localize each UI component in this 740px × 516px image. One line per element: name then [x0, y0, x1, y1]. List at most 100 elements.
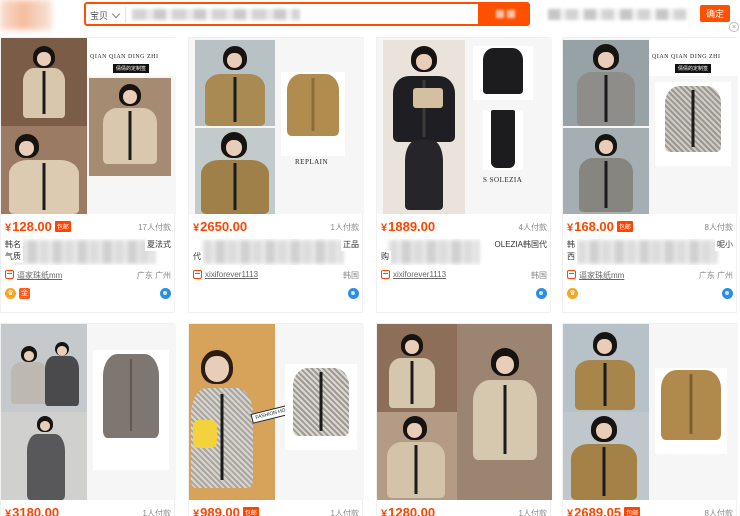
price-row: ¥168.00 包邮 8人付款 [567, 219, 733, 235]
title-fragment: OLEZIA韩国代 [492, 239, 547, 251]
product-image[interactable] [1, 324, 176, 500]
product-title[interactable]: 韩 呢小 西 [567, 239, 733, 265]
model-photo [457, 324, 552, 500]
chevron-down-icon [111, 9, 121, 18]
site-logo[interactable] [0, 0, 52, 30]
product-image[interactable] [377, 324, 552, 500]
product-price: ¥1889.00 [381, 219, 436, 234]
title-redacted [389, 240, 479, 264]
product-image[interactable]: REPLAIN [189, 38, 364, 214]
product-price: ¥2689.05 包邮 [567, 505, 641, 516]
product-image[interactable] [563, 324, 738, 500]
product-card[interactable]: ¥1280.00 1人付款 [376, 323, 552, 516]
brand-text: S SOLEZIA [483, 176, 523, 184]
badge-row: ♛ [567, 288, 733, 301]
shop-link[interactable]: xixiforever1113 [205, 270, 258, 279]
product-card[interactable]: REPLAIN ¥2650.00 1人付款 正品 代 xixiforever11… [188, 37, 364, 313]
product-title[interactable]: 韩名 夏法式 气质 [5, 239, 171, 265]
product-image[interactable]: S SOLEZIA [377, 38, 552, 214]
shop-row: 逼家珠纸mm 广东 广州 [567, 269, 733, 281]
title-fragment: 正品 [341, 239, 359, 251]
brand-panel: QIAN QIAN DING ZHI 倩倩的定制签 [87, 38, 176, 76]
product-photo [473, 46, 533, 100]
chat-icon[interactable] [536, 288, 547, 299]
sold-count: 1人付款 [518, 509, 547, 516]
price-row: ¥1280.00 1人付款 [381, 505, 547, 516]
title-fragment: 韩名 [5, 239, 23, 251]
search-button-label-redacted [506, 10, 515, 18]
badge-row: ♛ 金 [5, 288, 171, 301]
title-fragment: 气质 [5, 251, 23, 263]
shop-location: 韩国 [343, 271, 359, 280]
title-redacted [15, 240, 155, 264]
shop-icon [193, 270, 202, 279]
shop-row: xixiforever1113 韩国 [193, 269, 359, 281]
model-photo [563, 40, 649, 126]
brand-text: QIAN QIAN DING ZHI [90, 54, 159, 60]
brand-text: QIAN QIAN DING ZHI [652, 54, 721, 60]
free-shipping-badge: 包邮 [54, 221, 71, 232]
close-icon[interactable]: × [729, 22, 739, 32]
product-card[interactable]: ¥3180.00 1人付款 [0, 323, 176, 516]
sold-count: 8人付款 [704, 223, 733, 232]
product-image[interactable]: QIAN QIAN DING ZHI 倩倩的定制签 [563, 38, 738, 214]
title-redacted [203, 240, 343, 264]
product-price: ¥1280.00 [381, 505, 436, 516]
title-fragment: 购 [381, 251, 391, 263]
chat-icon[interactable] [348, 288, 359, 299]
price-row: ¥2650.00 1人付款 [193, 219, 359, 235]
model-photo [563, 324, 649, 412]
price-row: ¥2689.05 包邮 8人付款 [567, 505, 733, 516]
product-card[interactable]: QIAN QIAN DING ZHI 倩倩的定制签 ¥128.00 包邮 17人付… [0, 37, 176, 313]
model-photo [1, 324, 87, 412]
shop-link[interactable]: 逼家珠纸mm [17, 270, 62, 281]
product-card[interactable]: FASHION HOUSE ¥989.00 包邮 1人付款 [188, 323, 364, 516]
product-photo [655, 82, 731, 166]
price-row: ¥1889.00 4人付款 [381, 219, 547, 235]
brand-text: REPLAIN [295, 158, 329, 166]
product-image[interactable]: QIAN QIAN DING ZHI 倩倩的定制签 [1, 38, 176, 214]
product-card[interactable]: QIAN QIAN DING ZHI 倩倩的定制签 ¥168.00 包邮 8人付款… [562, 37, 738, 313]
model-photo [1, 412, 87, 500]
brand-panel: QIAN QIAN DING ZHI 倩倩的定制签 [649, 38, 738, 76]
shop-location: 广东 广州 [136, 271, 171, 280]
shop-link[interactable]: 逼家珠纸mm [579, 270, 624, 281]
product-photo [285, 364, 357, 450]
shop-link[interactable]: xixiforever1113 [393, 270, 446, 279]
filter-bar-redacted [548, 9, 688, 20]
model-photo [1, 38, 87, 126]
price-row: ¥128.00 包邮 17人付款 [5, 219, 171, 235]
shop-icon [381, 270, 390, 279]
title-fragment: 西 [567, 251, 577, 263]
search-query-redacted [132, 9, 300, 20]
product-photo [281, 72, 345, 156]
model-photo [377, 412, 457, 500]
title-fragment: 夏法式 [145, 239, 171, 251]
model-photo [89, 78, 171, 176]
search-button[interactable] [480, 2, 530, 26]
shop-row: 逼家珠纸mm 广东 广州 [5, 269, 171, 281]
model-photo [563, 128, 649, 214]
model-photo [377, 324, 457, 412]
model-photo [563, 412, 649, 500]
product-title[interactable]: 正品 代 [193, 239, 359, 265]
product-card[interactable]: S SOLEZIA ¥1889.00 4人付款 OLEZIA韩国代 购 xixi… [376, 37, 552, 313]
sold-count: 1人付款 [330, 509, 359, 516]
product-photo [655, 368, 727, 454]
price-row: ¥989.00 包邮 1人付款 [193, 505, 359, 516]
product-photo [483, 110, 523, 170]
badge-row [381, 288, 547, 301]
chat-icon[interactable] [160, 288, 171, 299]
product-title[interactable]: OLEZIA韩国代 购 [381, 239, 547, 265]
chat-icon[interactable] [722, 288, 733, 299]
confirm-button[interactable]: 确定 [700, 5, 730, 22]
free-shipping-badge: 包邮 [624, 507, 641, 516]
product-image[interactable]: FASHION HOUSE [189, 324, 364, 500]
product-price: ¥128.00 包邮 [5, 219, 71, 234]
search-scope-dropdown[interactable]: 宝贝 [90, 7, 127, 23]
product-card[interactable]: ¥2689.05 包邮 8人付款 [562, 323, 738, 516]
product-price: ¥168.00 包邮 [567, 219, 633, 234]
search-input[interactable]: 宝贝 [84, 2, 480, 26]
model-photo [1, 126, 87, 214]
price-row: ¥3180.00 1人付款 [5, 505, 171, 516]
